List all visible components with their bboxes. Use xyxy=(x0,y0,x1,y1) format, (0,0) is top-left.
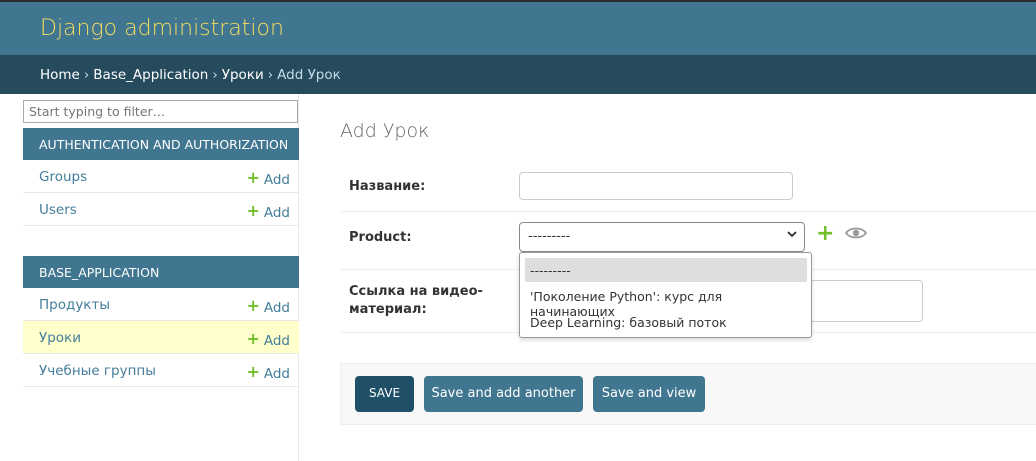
breadcrumb-model[interactable]: Уроки xyxy=(222,67,264,83)
chevron-down-icon xyxy=(786,228,798,243)
sidebar-item-label[interactable]: Groups xyxy=(39,169,87,185)
add-label[interactable]: Add xyxy=(264,333,290,349)
name-label: Название: xyxy=(349,179,426,194)
add-lessons-link[interactable]: + Add xyxy=(246,329,290,349)
module-caption-base-application[interactable]: BASE_APPLICATION xyxy=(23,256,299,288)
product-option[interactable]: 'Поколение Python': курс для начинающих xyxy=(525,284,807,319)
sidebar-item-products[interactable]: Продукты + Add xyxy=(23,288,299,321)
add-label[interactable]: Add xyxy=(264,300,290,316)
product-option[interactable]: Deep Learning: базовый поток xyxy=(525,310,807,334)
save-and-add-another-button[interactable]: Save and add another xyxy=(424,376,583,412)
page-title: Add Урок xyxy=(340,120,430,142)
sidebar-item-label[interactable]: Продукты xyxy=(39,297,110,313)
add-icon: + xyxy=(246,362,260,381)
breadcrumb: Home › Base_Application › Уроки › Add Урок xyxy=(0,55,1036,94)
add-related-product-icon[interactable]: + xyxy=(816,221,834,246)
video-url-field[interactable] xyxy=(810,280,923,322)
add-study-groups-link[interactable]: + Add xyxy=(246,362,290,382)
product-select-value: --------- xyxy=(528,229,571,244)
name-field[interactable] xyxy=(519,172,793,200)
add-icon: + xyxy=(246,201,260,220)
header-top-strip xyxy=(0,0,1036,2)
add-icon: + xyxy=(246,168,260,187)
product-dropdown-list: --------- 'Поколение Python': курс для н… xyxy=(519,252,812,338)
breadcrumb-separator: › xyxy=(267,67,274,83)
sidebar-item-study-groups[interactable]: Учебные группы + Add xyxy=(23,354,299,387)
breadcrumb-home[interactable]: Home xyxy=(40,67,80,83)
video-label: Ссылка на видео- материал: xyxy=(349,283,483,319)
product-option[interactable]: --------- xyxy=(525,258,807,282)
site-name-link[interactable]: Django administration xyxy=(40,16,284,41)
sidebar-item-lessons[interactable]: Уроки + Add xyxy=(23,321,299,354)
nav-sidebar: AUTHENTICATION AND AUTHORIZATION Groups … xyxy=(22,94,299,461)
product-label: Product: xyxy=(349,230,412,245)
add-label[interactable]: Add xyxy=(264,205,290,221)
breadcrumb-current: Add Урок xyxy=(277,67,341,83)
sidebar-item-label[interactable]: Учебные группы xyxy=(39,363,156,379)
sidebar-item-label[interactable]: Уроки xyxy=(39,330,81,346)
save-button[interactable]: SAVE xyxy=(355,376,414,412)
add-icon: + xyxy=(246,296,260,315)
add-users-link[interactable]: + Add xyxy=(246,201,290,221)
breadcrumb-app[interactable]: Base_Application xyxy=(93,67,208,83)
video-label-line2: материал: xyxy=(349,302,427,317)
add-products-link[interactable]: + Add xyxy=(246,296,290,316)
sidebar-filter-input[interactable] xyxy=(23,100,298,123)
view-related-product-icon[interactable] xyxy=(844,225,868,245)
sidebar-item-groups[interactable]: Groups + Add xyxy=(23,160,299,193)
site-header: Django administration xyxy=(0,0,1036,55)
video-label-line1: Ссылка на видео- xyxy=(349,284,483,299)
module-caption-auth[interactable]: AUTHENTICATION AND AUTHORIZATION xyxy=(23,128,299,160)
add-icon: + xyxy=(246,329,260,348)
submit-row: SAVE Save and add another Save and view xyxy=(340,363,1036,425)
product-select[interactable]: --------- xyxy=(519,222,805,252)
add-label[interactable]: Add xyxy=(264,366,290,382)
save-and-view-button[interactable]: Save and view xyxy=(593,376,705,412)
sidebar-item-label[interactable]: Users xyxy=(39,202,77,218)
add-groups-link[interactable]: + Add xyxy=(246,168,290,188)
breadcrumb-separator: › xyxy=(83,67,90,83)
add-label[interactable]: Add xyxy=(264,172,290,188)
sidebar-item-users[interactable]: Users + Add xyxy=(23,193,299,226)
breadcrumb-separator: › xyxy=(212,67,218,83)
